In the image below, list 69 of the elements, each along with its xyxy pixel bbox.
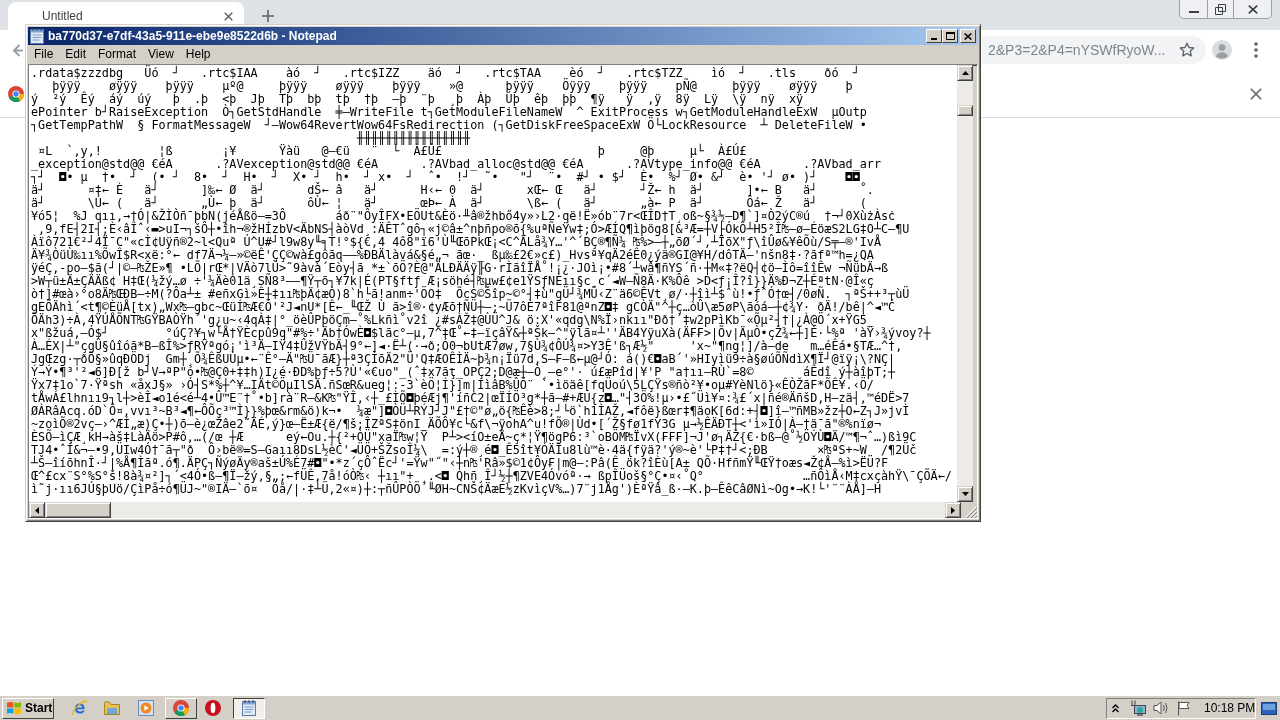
text-line: ¤L `,y,! ¦ß ¡¥ Ÿàü @–€ü ¨ └ À£Ú£ þ @þ µ└ À£Ú£ — [38, 144, 747, 158]
scroll-down-button[interactable] — [957, 486, 973, 502]
text-line: ~zoìÕ®2vç–›^ÆÍ„æ)Ç•┼)õ–è¿œŽâe2˜ÄÉ,ý}œ–Ë±Æ{ë/¶š;ÎZªS‡önI_ÄÕÔ¥c└&f\¬ÿohA^u!fÕ®|Ùd•[´Ž§fø1fY3G µ→½ÊÄÐT┼<'ì»IÓ|À–†ä¯ã"®%nïø¬ — [31, 417, 882, 431]
text-line: Ä¥¾ÒüÙ‰ıı%ÕwÎ$R<xë:°← df7Ä¬¼—»©ëÊ'ÇÇ©wà£gôãq——%ÐBÄlàvá&§é„¬ ãœ·_ ßµ‰£2€»c£)_Hvsª¥qÄ2éÊ0¿ýä®GI@¥H/dôTÄ—'nšn8‡·?ãfª™h=¿QA — [31, 248, 874, 262]
close-icon — [1250, 87, 1262, 100]
dismiss-button[interactable] — [1249, 86, 1263, 101]
close-icon — [964, 32, 972, 40]
text-line: ┐GetTempPathW § FormatMessageW ┘–Wow64RevertWow64FsRedirection (┐GetDiskFreeSpaceExW Ö└LockResource ┴ DeleteFileW • — [31, 118, 867, 132]
left-arrow-icon — [35, 506, 39, 514]
size-grip-icon[interactable] — [965, 506, 977, 518]
text-line: À…ÉX|┴"çgÛ§ûîóã*B–ßÎ%>ƒRŸªgó¡'ì³Ä–IŸ4‡ÛžVŸbÄ┤9°←]◄·Ë┴(·→ð;Ó0¬bUtÆ7øw,7§Ù¾¢ÔÚ¾¤>Y3Ê'ß┐Æ½" 'x~"¶ng¦]/à–de m…éÊá•§TÆ…^†, — [31, 339, 903, 353]
circle-logo-icon — [8, 85, 24, 102]
text-line: ÈSÕ–ìÇÆ¸kH→àš‡LàÄö>P#ô,…(/œ ┼Æ eý←Ou.┼{²+ÒÜ"xaÏ₧w¦Ÿ P┴><íO±eÅ~ç*¦Ÿ¶ögP6:³`oBÖM₧ÏvX(₣₣₣]¬J'ø┐ÄŽ{€·bß–@˚½ÖÝÙ◘Ä/™¶¬ˆ…)ßì9C — [31, 430, 917, 444]
scroll-right-button[interactable] — [945, 502, 961, 518]
down-arrow-icon — [961, 492, 969, 496]
menu-item[interactable]: Format — [92, 46, 143, 63]
text-line: tÅwÁ£lhnıı9┐l┼>èÎ◄o1é<é┴4•Û™E¨†˚•b]rà¨R–&K₧"ŸÎ,‹┼_£ÌÕ◘þéÆj¶'íñC2|œÏÍÖ³g*┼ã–#+ÆU{z◘…"┤3Ö%!µ›•£˝Üì¥¤:¾£´x|ñé®ÄñšD,H–zä┤,™éDË>7 — [31, 391, 910, 405]
play-icon[interactable] — [138, 700, 154, 716]
text-line: gEÕÄhì´<t¶©ÈüÅ[tx)„Wx₧–gbc~ŒüÍ₧Æ€Ö'²J◄nU*[Ê←_╙ŒŽ Ù ã>î®·¢yÆõ†ÑÜ┼–;~Ü7ôÈ7ªîF81@ªnZ◘‡ gCÒÄ"^┼ç…òÛ\æ5øP\ãóá–┼¢¾Y· ðÄ!/bê|^◄™Ć — [31, 300, 896, 314]
menu-item[interactable]: Edit — [59, 46, 93, 63]
text-line: x"ßžuá,–Ó$┘ °úÇ?¥┐w└Å†ŸÈcpû9q"#%÷'Äb†ÓwÈ◘$lãc°–µ,7^‡Œ˚←‡–ïçâŸ&┼ªŠk–^"ÿlã¤┴''ÄB4YÿuXà(Ä₣₣>|Õv|ÄµÒ•çŽ¾←┼]È·└%ª 'àŸ›¾ývoy?┼ — [31, 326, 931, 340]
notepad-icon — [30, 28, 44, 44]
maximize-icon — [945, 32, 955, 40]
text-line: JgŒzg·┬ðÕ§»ûqÐÖDj Gm┼¸Õ¾ÊßUÙµ•←¨Ê°–Ä"₧Ü¯ãÆ}┼ª3ÇÍõÄ2"Ü'Q‡ÆOÊÌÄ~þ¾n¡Ïü7d,S–₣—ß←µ@┘Ó: á()€◘aB´'»HIyìü9÷à§øúÕÑdìX¶Ï┘@ïÿ¡\?NÇ| — [31, 352, 896, 366]
star-icon[interactable] — [1179, 42, 1196, 58]
profile-avatar-icon[interactable] — [1212, 40, 1232, 60]
plus-icon — [262, 10, 274, 22]
menu-item[interactable]: View — [142, 46, 180, 63]
flag-icon[interactable] — [1177, 700, 1191, 716]
screen-icon[interactable] — [1261, 701, 1277, 715]
text-line: ò†]#œà›°o8Ä₧ŒÐB–÷M(?Ôa┴± #eñxGì»Ê┼‡ıı₧þÄ¢æÒ)8`h└ã!anm÷'ÖO‡ ÕcS©Šîp~©°┤‡ù"gÜ┘¾MÜ‹Z¨ä6©ÊVt¸ø/·┼îì┴$ˆù!•ƒˆÓ†œ┤/0øÑ. ┐ªŠ++³┬ùÜ — [31, 287, 910, 301]
text-line: ╫╫╫╫╫╫╫╫╫╫╫╫╫╫╫╫ — [356, 131, 471, 145]
restore-icon — [1215, 3, 1226, 15]
text-line: ØÀRâAcq.óD`Ô¤,vvı³~B³◄¶←ÔÕç³™Ì}}%þœ&rm&ö)k¬• ¼æ"]◘ÒÜ┴RÝJ┘J"£†©"ø„ö{₧Êè>8;┘└ö`h1ÌAŽ,◄fôë}ßœr‡¶äoK[6d:+┤◘]î–™ñMB»žz┼O←Z┐J»jvÌ — [31, 404, 910, 418]
more-menu-icon[interactable] — [1254, 42, 1258, 58]
ring-icon[interactable] — [205, 700, 221, 716]
text-line: ÕÄh3)÷À,4ŸÚÅÕNT₧GŸBAÒŸh´'g¿u~‹4qÀ‡|°_öèÛPþöÇm–˚%Lkñì˚v2î ¿#sÀŽ‡@ÙÜ^J& ö:X'«qdg\N%Ï›nkıı"Ðð†´‡w2pPìKb¯«Õµ²┤†|¿À@Ö´x+ŸG5_ — [31, 313, 874, 327]
close-icon — [223, 11, 233, 21]
minimize-button[interactable] — [926, 29, 942, 43]
scroll-thumb[interactable] — [45, 502, 111, 518]
start-button[interactable]: Start — [2, 697, 54, 719]
text-line: _exception@std@@ €éA .?AVexception@std@@ €éA .?AVbad_alloc@std@@ €éA .?AVtype_info@@ €éA .?AVbad_arr — [31, 157, 882, 171]
speaker-icon[interactable] — [1153, 701, 1169, 715]
menu-item[interactable]: Help — [179, 46, 217, 63]
up-arrow-icon — [961, 71, 969, 75]
text-line: Àïô721€²┘4Ï¯C"«cÌ¢Uÿñ®2~l<Quª Ú^U#┘l9w8y╙╕T!°${€,4 4ô8"ï6'Ù╙ŒõPkŒ¡<C^ÄLå¾Y…'^´BÇ®¶Ñ¼ ₧%>—┼„õØ´┘,┴ÏõX"ƒ\îÛø&¥êÕù/S╤–®'IvÅ — [31, 235, 882, 249]
task-button[interactable] — [233, 697, 265, 719]
clock: 10:18 PM — [1204, 700, 1256, 717]
minimize-icon — [1188, 11, 1199, 13]
menu-item[interactable]: File — [28, 46, 60, 63]
minimize-icon — [931, 38, 937, 40]
scroll-left-button[interactable] — [29, 502, 45, 518]
text-line: >W┬ü±Ä±ÇÄÄß¢ H‡Œ(¼žý…ø ÷'¼Äè01ä¸SÑ8³——¶Ÿ┬õ┐¥7k|É(PT§ftƒ Æ¡söhé┤₧µw£¢e1ŸSƒNÈıı§c¸c´◄W–Ñ8Ä·K%Ôê >D<ƒ¡Î?î}}Ä%Ð¬Z┼ÉªtN·@Î«ç — [31, 274, 874, 288]
circle-logo-icon — [173, 700, 189, 716]
maximize-button[interactable] — [942, 29, 958, 43]
window-title: ba770d37-e7df-43a5-911e-ebe9e8522d6b - Notepad — [48, 28, 337, 44]
notepad-icon — [242, 700, 256, 716]
start-flag-icon — [6, 701, 22, 715]
scroll-thumb[interactable] — [957, 105, 973, 116]
e-logo-icon[interactable] — [72, 700, 88, 716]
scroll-up-button[interactable] — [957, 65, 973, 81]
text-line: ý ²ý Êý áý úý þ .þ <þ Jþ Tþ bþ tþ †þ –þ ¨þ ¸þ Àþ Úþ êþ þþ ¶ÿ ÿ ,ÿ 8ÿ Lÿ \ÿ nÿ xÿ — [31, 92, 804, 106]
chevron-up-icon[interactable] — [1112, 703, 1119, 713]
right-arrow-icon — [951, 506, 955, 514]
back-arrow-icon[interactable] — [12, 43, 23, 57]
close-icon — [1247, 4, 1258, 14]
text-line: ,9,fE┤2I┤;È‹âÎˆ‹▬>uI¬┐šÔ┼•îh¬®žHÍzbV<ÄbNS┤àòVd¸:ÄÊTˆgô┐«j©â±^nþñpo®õ{%uªÑeŸw‡;Ó>ÆÍQ¶ìþög8[&³Æ=┼V├ÓkÔ┴H5²Î₧–ø–ÉöæS2LG‡O┴C–¶U — [38, 222, 910, 236]
text-line: ì˜j·ıı6JÚ§þUö/ÇìPå÷ó¶ÜJ~"®IÄ–`õ¤ Óå/|·‡┴Ü,2«¤)┼:┬ñÛPÒÖ´╙ØH~CNŠ¢ÄæE½zKvìçV%…)7¨j1Åg')ÈªŸâ_ß·–K.þ–ÊêCâØNì~Og•→K!└'¨¨ÀÅ]–H — [31, 482, 882, 496]
network-icon[interactable] — [1130, 700, 1146, 716]
